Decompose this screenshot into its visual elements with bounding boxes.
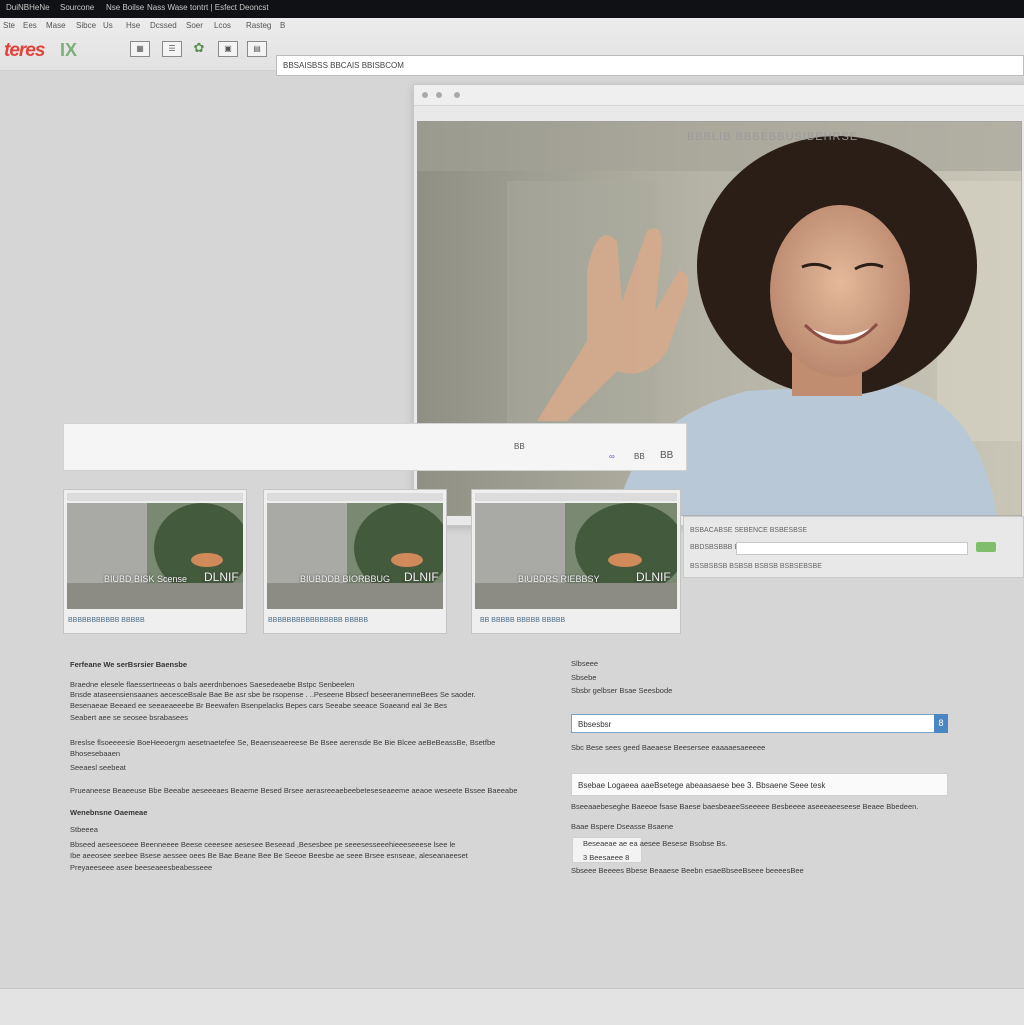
- gallery-header: BB ∞ BB BB: [63, 423, 687, 471]
- video-info-panel: BSBACABSE SEBENCE BSBESBSE BBDSBSBBB BSS…: [683, 516, 1024, 578]
- paragraph-line: Preyaeeseee asee beeseaeesbeabesseee: [70, 863, 213, 872]
- list-icon[interactable]: ☰: [162, 41, 182, 57]
- section-heading: Ferfeane We serBsrsier Baensbe: [70, 660, 188, 669]
- menu-icon[interactable]: BB: [660, 450, 673, 461]
- image-icon[interactable]: ▣: [218, 41, 238, 57]
- status-button[interactable]: [976, 542, 996, 552]
- menu-item[interactable]: Nse Boilse: [106, 3, 144, 12]
- toolbar-item[interactable]: Rasteg: [246, 21, 271, 30]
- address-field[interactable]: BBSAISBSS BBCAIS BBISBCOM: [276, 55, 1024, 76]
- toolbar: Ste Ees Mase Sibce Us Hse Dcssed Soer Lc…: [0, 18, 1024, 76]
- paragraph-line: Bnsde ataseensiensaanes aecesceBsale Bae…: [70, 690, 476, 699]
- thumbnail-graphic: [67, 503, 243, 609]
- app-logo: teres: [4, 40, 45, 61]
- thumbnail-titlebar: [267, 493, 443, 501]
- menu-item[interactable]: Sourcone: [60, 3, 94, 12]
- search-input[interactable]: Bbsesbsr: [571, 714, 948, 733]
- link-icon[interactable]: ∞: [609, 452, 615, 461]
- paragraph-line: Seeaesl seebeat: [70, 763, 126, 772]
- paragraph-line: Breslse flsoeeeesie BoeHeeoergm aesetnae…: [70, 738, 496, 747]
- menu-item[interactable]: Nass Wase: [147, 3, 188, 12]
- search-button[interactable]: 8: [934, 714, 948, 733]
- section-heading: Wenebnsne Oaemeae: [70, 808, 148, 817]
- thumbnail-footer: BBBBBBBBBBB BBBBB: [68, 617, 145, 624]
- helper-text: Sbc Bese sees geed Baeaese Beesersee eaa…: [571, 743, 766, 752]
- thumbnail-image: [67, 503, 243, 609]
- video-thumbnail[interactable]: BIUBDDB BIORBBUG DLNIF BBBBBBBBBBBBBBBB …: [263, 489, 447, 634]
- window-control-icon[interactable]: [454, 92, 460, 98]
- address-text: BBSAISBSS BBCAIS BBISBCOM: [283, 61, 404, 70]
- info-input[interactable]: [736, 542, 968, 555]
- search-input-value: Bbsesbsr: [578, 720, 612, 729]
- thumbnail-titlebar: [475, 493, 677, 501]
- toolbar-item[interactable]: Lcos: [214, 21, 231, 30]
- thumbnail-badge: DLNIF: [404, 570, 439, 584]
- paragraph-line: Bbseed aeseesoeee Beenneeee Beese ceeese…: [70, 840, 456, 849]
- thumbnail-badge: DLNIF: [204, 570, 239, 584]
- video-overlay-label: BBBLIB BBBEBBUSIBEHRSE: [687, 131, 859, 143]
- menu-item[interactable]: tontrt | Esfect Deoncst: [190, 3, 269, 12]
- thumbnail-image: [267, 503, 443, 609]
- paragraph-line: Prueaneese Beaeeuse Bbe Beeabe aeseeeaes…: [70, 786, 518, 795]
- toolbar-item[interactable]: Soer: [186, 21, 203, 30]
- toolbar-item[interactable]: Sibce: [76, 21, 96, 30]
- video-thumbnail[interactable]: BIUBD BISK Scense DLNIF BBBBBBBBBBB BBBB…: [63, 489, 247, 634]
- grid-icon[interactable]: ▦: [130, 41, 150, 57]
- field-label: Baae Bspere Dseasse Bsaene: [571, 822, 674, 831]
- info-row: BSBACABSE SEBENCE BSBESBSE: [690, 527, 808, 534]
- option-line: Beseaeae ae ea aesee Besese Bsobse Bs.: [583, 839, 728, 848]
- info-row: BSSBSBSB BSBSB BSBSB BSBSEBSBE: [690, 563, 822, 570]
- title-field-value: Bsebae Logaeea aaeBsetege abeaasaese bee…: [578, 781, 826, 790]
- window-control-icon[interactable]: [422, 92, 428, 98]
- window-control-icon[interactable]: [436, 92, 442, 98]
- toolbar-item[interactable]: Dcssed: [150, 21, 177, 30]
- toolbar-item[interactable]: Ste: [3, 21, 15, 30]
- paragraph-line: Bhosesebaaen: [70, 749, 121, 758]
- video-thumbnail[interactable]: BIUBDRS RIEBBSY DLNIF BB BBBBB BBBBB BBB…: [471, 489, 681, 634]
- toolbar-item[interactable]: Ees: [23, 21, 37, 30]
- right-label: Slbseee: [571, 659, 599, 668]
- paragraph-line: Ibe aeeosee seebee Bsese aessee oees Be …: [70, 851, 468, 860]
- thumbnail-caption: BIUBDDB BIORBBUG: [300, 574, 391, 584]
- thumbnail-graphic: [475, 503, 677, 609]
- app-logo-mark: IX: [60, 40, 78, 60]
- thumbnail-badge: DLNIF: [636, 570, 671, 584]
- keyboard-icon[interactable]: BB: [514, 442, 525, 451]
- field-label: Stbeeea: [70, 825, 98, 834]
- toolbar-item[interactable]: Mase: [46, 21, 66, 30]
- helper-text: Sbseee Beeees Bbese Beaaese Beebn esaeBb…: [571, 866, 804, 875]
- toolbar-item[interactable]: B: [280, 21, 285, 30]
- paragraph-line: Braedne elesele flaessertneeas o bals ae…: [70, 680, 355, 689]
- plant-icon[interactable]: ✿: [190, 41, 208, 55]
- paragraph-line: Besenaeae Beeaed ee seeaeaeeebe Br Beewa…: [70, 701, 447, 710]
- toolbar-item[interactable]: Us: [103, 21, 113, 30]
- title-field[interactable]: Bsebae Logaeea aaeBsetege abeaasaese bee…: [571, 773, 948, 796]
- video-window-titlebar[interactable]: [414, 85, 1024, 106]
- thumbnail-graphic: [267, 503, 443, 609]
- thumbnail-titlebar: [67, 493, 243, 501]
- gallery-count: BB: [634, 452, 645, 461]
- thumbnail-footer: BBBBBBBBBBBBBBBB BBBBB: [268, 617, 368, 624]
- helper-text: Bseeaaebeseghe Baeeoe fsase Baese baesbe…: [571, 802, 919, 811]
- menu-bar: DuiNBHeNe Sourcone Nse Boilse Nass Wase …: [0, 0, 1024, 18]
- thumbnail-caption: BIUBD BISK Scense: [104, 574, 188, 584]
- right-label: Sbsebe: [571, 673, 597, 682]
- option-line: 3 Beesaeee 8: [583, 853, 630, 862]
- thumbnail-image: [475, 503, 677, 609]
- status-bar: [0, 988, 1024, 1025]
- toolbar-item[interactable]: Hse: [126, 21, 140, 30]
- menu-item[interactable]: DuiNBHeNe: [6, 3, 50, 12]
- thumbnail-caption: BIUBDRS RIEBBSY: [518, 574, 600, 584]
- thumbnail-footer: BB BBBBB BBBBB BBBBB: [480, 617, 566, 624]
- right-label: Sbsbr gelbser Bsae Seesbode: [571, 686, 673, 695]
- paragraph-line: Seabert aee se seosee bsrabasees: [70, 713, 188, 722]
- folder-icon[interactable]: ▤: [247, 41, 267, 57]
